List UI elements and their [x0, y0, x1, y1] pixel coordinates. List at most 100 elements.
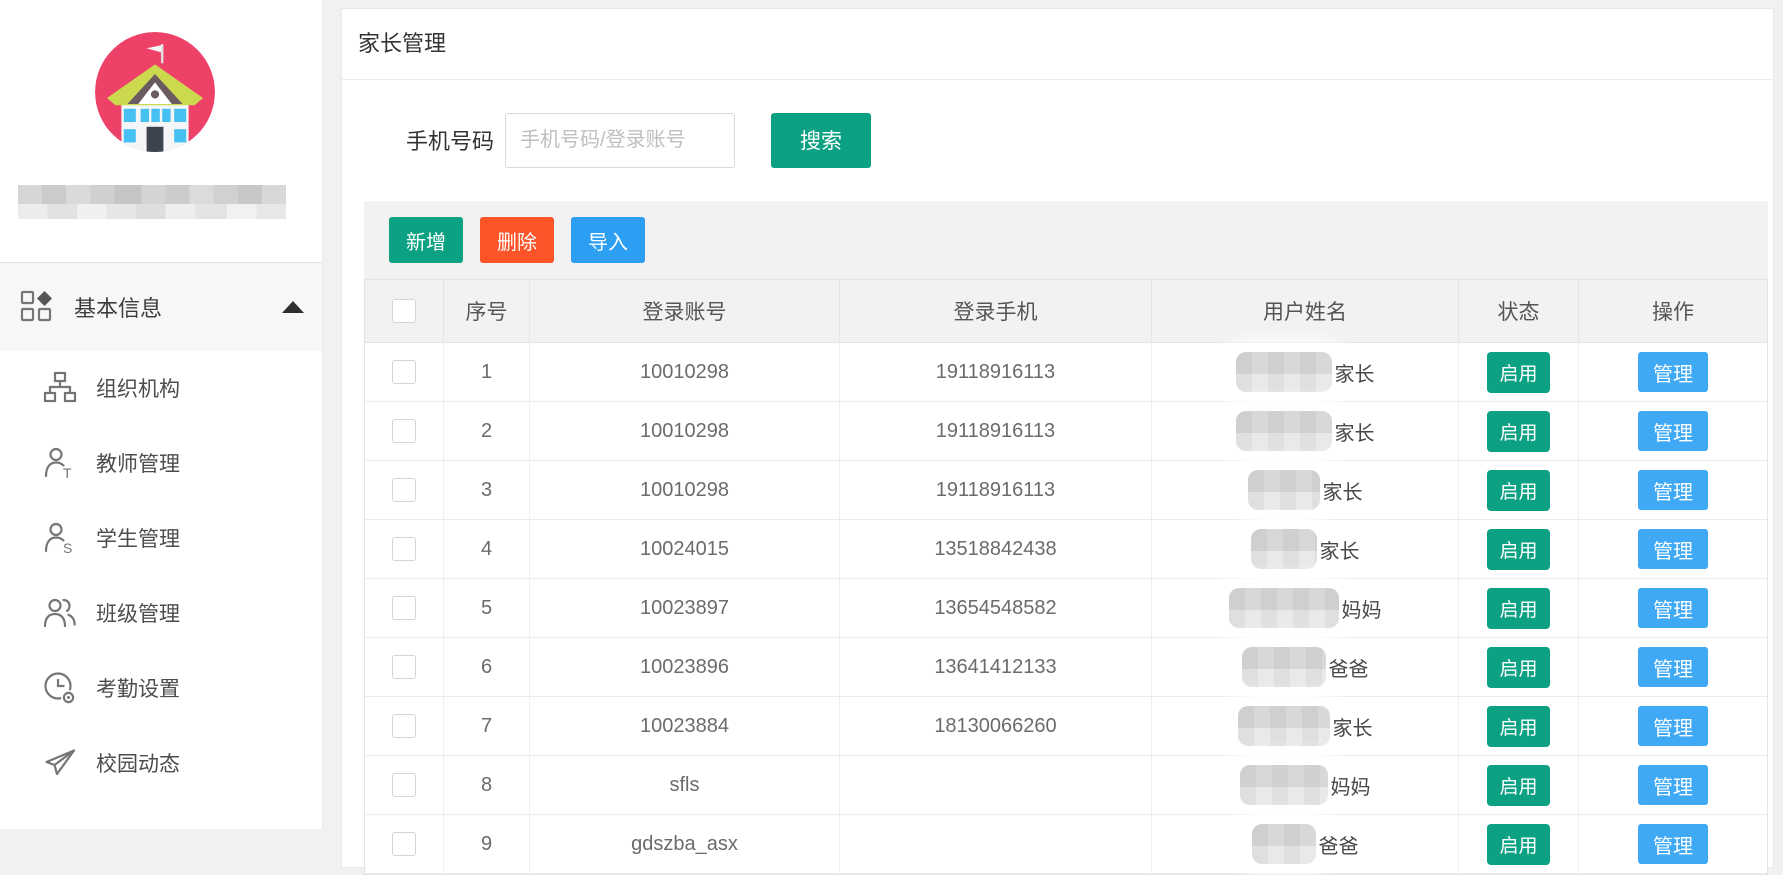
phone-search-input[interactable]	[505, 113, 735, 168]
name-suffix: 家长	[1320, 535, 1360, 564]
sidebar-item-classes[interactable]: 班级管理	[0, 575, 322, 650]
school-logo	[95, 32, 215, 152]
row-checkbox[interactable]	[392, 419, 416, 443]
table-panel: 新增 删除 导入 序号 登录账号 登录手机 用户姓名 状态 操作 1100102…	[364, 201, 1768, 875]
cell-index: 1	[444, 343, 530, 401]
select-all-checkbox[interactable]	[392, 299, 416, 323]
cell-name: 家长	[1152, 343, 1459, 401]
sidebar-section-basic-info[interactable]: 基本信息	[0, 262, 322, 351]
delete-button[interactable]: 删除	[480, 217, 554, 263]
cell-phone	[840, 815, 1152, 873]
name-blurred	[1240, 765, 1328, 805]
manage-button[interactable]: 管理	[1638, 470, 1708, 510]
manage-button[interactable]: 管理	[1638, 352, 1708, 392]
cell-action: 管理	[1579, 638, 1767, 696]
name-blurred	[1242, 647, 1326, 687]
name-blurred	[1238, 706, 1330, 746]
school-name-blurred	[18, 185, 286, 219]
name-blurred	[1252, 824, 1316, 864]
name-blurred	[1229, 588, 1339, 628]
cell-name: 家长	[1152, 520, 1459, 578]
parents-table: 序号 登录账号 登录手机 用户姓名 状态 操作 1100102981911891…	[364, 279, 1768, 875]
cell-name: 家长	[1152, 461, 1459, 519]
cell-account: gdszba_asx	[530, 815, 840, 873]
status-badge: 启用	[1487, 647, 1549, 688]
table-row: 21001029819118916113家长启用管理	[365, 402, 1767, 461]
row-checkbox[interactable]	[392, 714, 416, 738]
row-checkbox[interactable]	[392, 773, 416, 797]
search-form: 手机号码 搜索	[342, 80, 1773, 200]
cell-index: 4	[444, 520, 530, 578]
sidebar-item-teachers[interactable]: T 教师管理	[0, 425, 322, 500]
cell-checkbox	[365, 697, 444, 755]
collapse-arrow-icon[interactable]	[282, 301, 304, 313]
grid-diamond-icon	[20, 290, 54, 324]
cell-action: 管理	[1579, 579, 1767, 637]
cell-index: 7	[444, 697, 530, 755]
cell-action: 管理	[1579, 520, 1767, 578]
cell-name: 爸爸	[1152, 638, 1459, 696]
student-person-icon: S	[43, 521, 77, 555]
name-suffix: 家长	[1323, 476, 1363, 505]
row-checkbox[interactable]	[392, 360, 416, 384]
status-badge: 启用	[1487, 529, 1549, 570]
name-suffix: 家长	[1335, 358, 1375, 387]
manage-button[interactable]: 管理	[1638, 765, 1708, 805]
name-suffix: 爸爸	[1319, 830, 1359, 859]
name-blurred	[1248, 470, 1320, 510]
cell-name: 家长	[1152, 402, 1459, 460]
row-checkbox[interactable]	[392, 537, 416, 561]
status-badge: 启用	[1487, 352, 1549, 393]
teacher-person-icon: T	[43, 446, 77, 480]
search-button[interactable]: 搜索	[771, 113, 871, 168]
name-blurred	[1236, 352, 1332, 392]
sidebar: 基本信息 组织机构 T 教师管理	[0, 0, 323, 829]
sidebar-item-campus-news[interactable]: 校园动态	[0, 725, 322, 800]
cell-account: 10010298	[530, 402, 840, 460]
cell-index: 6	[444, 638, 530, 696]
manage-button[interactable]: 管理	[1638, 588, 1708, 628]
row-checkbox[interactable]	[392, 596, 416, 620]
cell-checkbox	[365, 815, 444, 873]
cell-phone: 13641412133	[840, 638, 1152, 696]
cell-status: 启用	[1459, 461, 1579, 519]
cell-action: 管理	[1579, 402, 1767, 460]
table-row: 9gdszba_asx爸爸启用管理	[365, 815, 1767, 874]
phone-label: 手机号码	[406, 124, 494, 156]
page-title: 家长管理	[342, 9, 1773, 80]
cell-index: 3	[444, 461, 530, 519]
cell-checkbox	[365, 343, 444, 401]
sidebar-item-students[interactable]: S 学生管理	[0, 500, 322, 575]
sidebar-item-organization[interactable]: 组织机构	[0, 350, 322, 425]
row-checkbox[interactable]	[392, 655, 416, 679]
table-row: 8sfls妈妈启用管理	[365, 756, 1767, 815]
cell-status: 启用	[1459, 815, 1579, 873]
manage-button[interactable]: 管理	[1638, 706, 1708, 746]
manage-button[interactable]: 管理	[1638, 647, 1708, 687]
status-badge: 启用	[1487, 765, 1549, 806]
cell-account: 10010298	[530, 461, 840, 519]
manage-button[interactable]: 管理	[1638, 824, 1708, 864]
toolbar: 新增 删除 导入	[364, 201, 1768, 279]
manage-button[interactable]: 管理	[1638, 529, 1708, 569]
cell-phone	[840, 756, 1152, 814]
table-row: 51002389713654548582妈妈启用管理	[365, 579, 1767, 638]
svg-text:S: S	[63, 540, 72, 555]
cell-checkbox	[365, 520, 444, 578]
cell-name: 妈妈	[1152, 756, 1459, 814]
sidebar-item-attendance[interactable]: 考勤设置	[0, 650, 322, 725]
table-body: 11001029819118916113家长启用管理21001029819118…	[365, 343, 1767, 874]
table-header-row: 序号 登录账号 登录手机 用户姓名 状态 操作	[365, 280, 1767, 343]
import-button[interactable]: 导入	[571, 217, 645, 263]
cell-action: 管理	[1579, 815, 1767, 873]
header-status: 状态	[1459, 280, 1579, 342]
name-suffix: 家长	[1335, 417, 1375, 446]
sitemap-icon	[43, 371, 77, 405]
status-badge: 启用	[1487, 588, 1549, 629]
row-checkbox[interactable]	[392, 478, 416, 502]
cell-status: 启用	[1459, 579, 1579, 637]
add-button[interactable]: 新增	[389, 217, 463, 263]
row-checkbox[interactable]	[392, 832, 416, 856]
people-icon	[43, 596, 77, 630]
manage-button[interactable]: 管理	[1638, 411, 1708, 451]
